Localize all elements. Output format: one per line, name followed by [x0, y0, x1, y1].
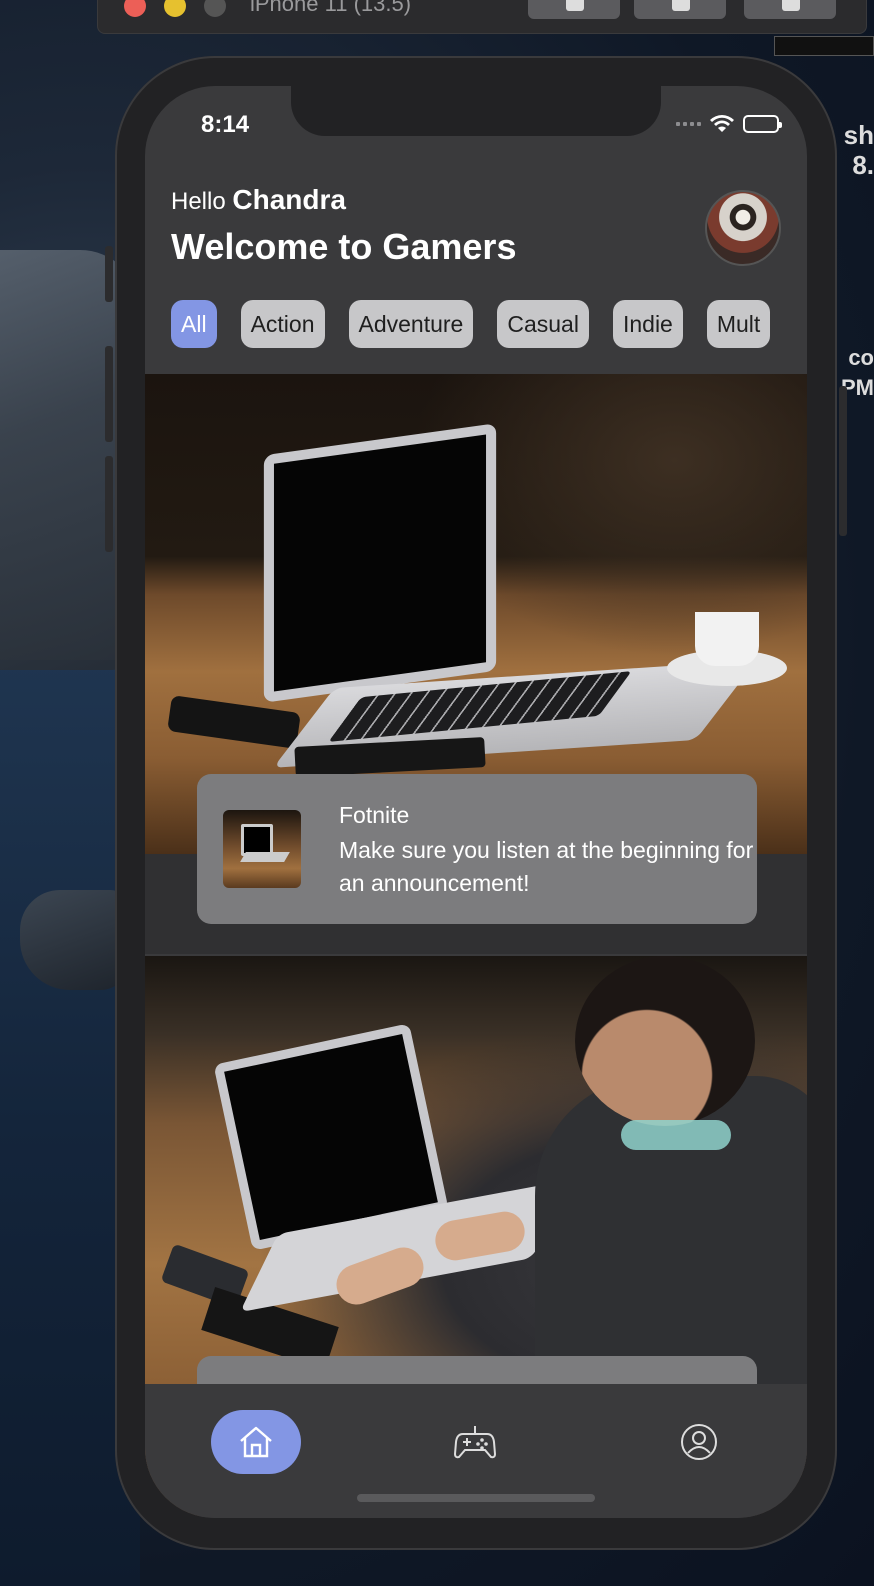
mute-switch[interactable] [105, 246, 113, 302]
avatar[interactable] [705, 190, 781, 266]
category-chip-indie[interactable]: Indie [612, 300, 683, 348]
home-button[interactable] [634, 0, 726, 19]
photo-cup [695, 612, 759, 666]
photo-person-head [575, 956, 755, 1126]
tab-home[interactable] [211, 1410, 301, 1474]
background-text: 8. [852, 150, 874, 180]
tab-profile[interactable] [659, 1410, 739, 1474]
desktop-rock-small [20, 890, 130, 990]
photo-phone [167, 695, 301, 749]
zoom-window-button[interactable] [204, 0, 226, 17]
screenshot-button[interactable] [528, 0, 620, 19]
user-name: Chandra [232, 184, 346, 215]
volume-down-button[interactable] [105, 456, 113, 552]
tab-games[interactable] [435, 1410, 515, 1474]
page-title: Welcome to Gamers [171, 226, 517, 267]
wifi-icon [710, 115, 734, 132]
power-button[interactable] [839, 386, 847, 536]
minimize-window-button[interactable] [164, 0, 186, 17]
rotate-icon [782, 0, 800, 11]
notch [291, 86, 661, 136]
category-chip-adventure[interactable]: Adventure [348, 300, 474, 348]
close-window-button[interactable] [124, 0, 146, 17]
category-chip-multiplayer[interactable]: Mult [706, 300, 771, 348]
iphone-frame: 8:14 Hello Chandra Welcome to Gamers All… [105, 56, 847, 1550]
home-icon [240, 1426, 272, 1458]
card-title: Fotnite [339, 802, 410, 828]
category-chip-casual[interactable]: Casual [497, 300, 589, 348]
camera-icon [566, 0, 584, 11]
app-screen: 8:14 Hello Chandra Welcome to Gamers All… [145, 86, 807, 1518]
feed-card[interactable]: Fotnite Make sure you listen at the begi… [145, 374, 807, 954]
greeting-hello: Hello [171, 188, 226, 215]
category-chips: All Action Adventure Casual Indie Mult [171, 300, 781, 350]
photo-headphones [621, 1120, 731, 1150]
card-thumbnail [223, 810, 301, 888]
profile-icon [681, 1424, 717, 1460]
status-icons [676, 114, 782, 134]
photo-laptop-screen [263, 423, 497, 703]
greeting: Hello Chandra [171, 184, 346, 216]
background-text: sh [843, 120, 874, 150]
category-chip-action[interactable]: Action [240, 300, 325, 348]
battery-icon [743, 115, 782, 133]
simulator-title: iPhone 11 (13.5) [250, 0, 412, 16]
card-info[interactable]: Fotnite Make sure you listen at the begi… [197, 774, 757, 924]
card-description: Make sure you listen at the beginning fo… [339, 837, 754, 896]
category-chip-all[interactable]: All [171, 300, 217, 348]
signal-icon [676, 122, 701, 126]
home-indicator[interactable] [357, 1494, 595, 1502]
background-text: co [848, 345, 874, 370]
volume-up-button[interactable] [105, 346, 113, 442]
gamepad-icon [453, 1426, 497, 1459]
background-window[interactable] [774, 36, 874, 56]
simulator-title-bar: iPhone 11 (13.5) [97, 0, 867, 34]
rotate-button[interactable] [744, 0, 836, 19]
status-time: 8:14 [201, 111, 250, 138]
home-square-icon [672, 0, 690, 11]
